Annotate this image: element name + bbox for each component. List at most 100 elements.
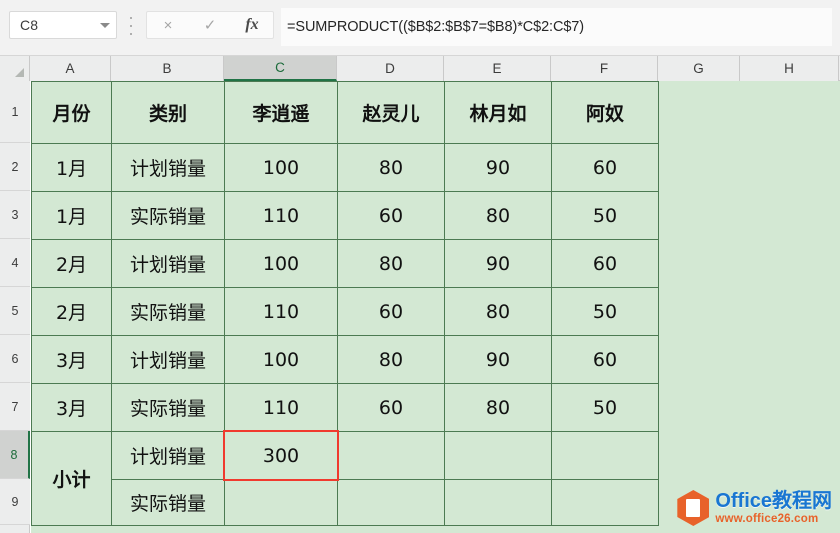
cell-d7[interactable]: 60 (337, 383, 445, 432)
cell-f2[interactable]: 60 (551, 143, 659, 192)
drag-handle-dots (127, 17, 135, 35)
cell-e9[interactable] (444, 479, 552, 526)
column-header-h[interactable]: H (740, 56, 839, 81)
cell-b5[interactable]: 实际销量 (111, 287, 225, 336)
row-header-6[interactable]: 6 (0, 335, 30, 383)
cell-a8-subtotal-label[interactable]: 小计 (31, 431, 112, 526)
column-header-g[interactable]: G (658, 56, 740, 81)
cell-b8[interactable]: 计划销量 (111, 431, 225, 480)
cell-a6[interactable]: 3月 (31, 335, 112, 384)
row-header-3[interactable]: 3 (0, 191, 30, 239)
excel-window: C8 × ✓ fx =SUMPRODUCT(($B$2:$B$7=$B8)*C$… (0, 0, 840, 533)
table-header-row: 月份 类别 李逍遥 赵灵儿 林月如 阿奴 (31, 81, 659, 144)
name-box-value: C8 (20, 17, 39, 33)
table-row: 2月 计划销量 100 80 90 60 (31, 239, 659, 288)
cell-a4[interactable]: 2月 (31, 239, 112, 288)
row-header-5[interactable]: 5 (0, 287, 30, 335)
select-all-corner[interactable] (0, 56, 30, 81)
cell-b9[interactable]: 实际销量 (111, 479, 225, 526)
cell-a5[interactable]: 2月 (31, 287, 112, 336)
cell-c8-selected[interactable]: 300 (223, 430, 339, 481)
cell-e2[interactable]: 90 (444, 143, 552, 192)
insert-function-button[interactable]: fx (231, 12, 273, 38)
office-hexagon-logo-icon (677, 490, 710, 526)
table-row: 2月 实际销量 110 60 80 50 (31, 287, 659, 336)
table-row: 小计 计划销量 300 (31, 430, 659, 526)
column-header-c[interactable]: C (224, 56, 337, 81)
cell-f5[interactable]: 50 (551, 287, 659, 336)
column-header-e[interactable]: E (444, 56, 551, 81)
cell-d3[interactable]: 60 (337, 191, 445, 240)
watermark-text: Office教程网 www.office26.com (715, 491, 832, 526)
row-header-bar: 1 2 3 4 5 6 7 8 9 (0, 81, 30, 533)
cell-d4[interactable]: 80 (337, 239, 445, 288)
cell-c9[interactable] (224, 479, 338, 526)
header-cell-linyueru[interactable]: 林月如 (444, 81, 552, 144)
cancel-formula-button[interactable]: × (147, 12, 189, 38)
worksheet-grid[interactable]: 月份 类别 李逍遥 赵灵儿 林月如 阿奴 1月 计划销量 100 80 90 6… (31, 81, 840, 533)
table-row: 3月 实际销量 110 60 80 50 (31, 383, 659, 432)
cell-b6[interactable]: 计划销量 (111, 335, 225, 384)
confirm-formula-button[interactable]: ✓ (189, 12, 231, 38)
row-header-4[interactable]: 4 (0, 239, 30, 287)
cell-c2[interactable]: 100 (224, 143, 338, 192)
sales-table: 月份 类别 李逍遥 赵灵儿 林月如 阿奴 1月 计划销量 100 80 90 6… (31, 81, 659, 526)
header-cell-category[interactable]: 类别 (111, 81, 225, 144)
cell-a2[interactable]: 1月 (31, 143, 112, 192)
cell-f7[interactable]: 50 (551, 383, 659, 432)
watermark-title: Office教程网 (715, 489, 832, 512)
row-header-2[interactable]: 2 (0, 143, 30, 191)
cell-e6[interactable]: 90 (444, 335, 552, 384)
cell-a3[interactable]: 1月 (31, 191, 112, 240)
header-cell-month[interactable]: 月份 (31, 81, 112, 144)
column-header-d[interactable]: D (337, 56, 444, 81)
cell-e8[interactable] (444, 431, 552, 480)
column-header-b[interactable]: B (111, 56, 224, 81)
cell-d8[interactable] (337, 431, 445, 480)
chevron-down-icon[interactable] (100, 22, 110, 28)
header-cell-anu[interactable]: 阿奴 (551, 81, 659, 144)
cell-c5[interactable]: 110 (224, 287, 338, 336)
cell-f6[interactable]: 60 (551, 335, 659, 384)
cell-d6[interactable]: 80 (337, 335, 445, 384)
header-cell-lixiaoyao[interactable]: 李逍遥 (224, 81, 338, 144)
cell-b7[interactable]: 实际销量 (111, 383, 225, 432)
table-row: 3月 计划销量 100 80 90 60 (31, 335, 659, 384)
cell-c3[interactable]: 110 (224, 191, 338, 240)
table-row: 1月 计划销量 100 80 90 60 (31, 143, 659, 192)
cell-e5[interactable]: 80 (444, 287, 552, 336)
cell-b4[interactable]: 计划销量 (111, 239, 225, 288)
column-header-bar: A B C D E F G H (0, 56, 840, 81)
cell-a7[interactable]: 3月 (31, 383, 112, 432)
cell-e7[interactable]: 80 (444, 383, 552, 432)
row-header-9[interactable]: 9 (0, 479, 30, 525)
watermark-url: www.office26.com (715, 512, 819, 525)
cell-c7[interactable]: 110 (224, 383, 338, 432)
row-header-1[interactable]: 1 (0, 81, 30, 143)
cell-e4[interactable]: 90 (444, 239, 552, 288)
cell-f8[interactable] (551, 431, 659, 480)
row-header-7[interactable]: 7 (0, 383, 30, 431)
cell-d5[interactable]: 60 (337, 287, 445, 336)
table-row: 1月 实际销量 110 60 80 50 (31, 191, 659, 240)
table-row: 实际销量 (32, 479, 659, 526)
row-header-8[interactable]: 8 (0, 431, 30, 479)
cell-f9[interactable] (551, 479, 659, 526)
watermark: Office教程网 www.office26.com (677, 489, 832, 527)
column-header-a[interactable]: A (30, 56, 111, 81)
header-cell-zhaolinger[interactable]: 赵灵儿 (337, 81, 445, 144)
formula-action-buttons: × ✓ fx (146, 11, 274, 39)
cell-b3[interactable]: 实际销量 (111, 191, 225, 240)
formula-bar-area: C8 × ✓ fx =SUMPRODUCT(($B$2:$B$7=$B8)*C$… (0, 0, 840, 56)
formula-input[interactable]: =SUMPRODUCT(($B$2:$B$7=$B8)*C$2:C$7) (281, 8, 832, 46)
cell-d9[interactable] (337, 479, 445, 526)
cell-f4[interactable]: 60 (551, 239, 659, 288)
cell-b2[interactable]: 计划销量 (111, 143, 225, 192)
cell-e3[interactable]: 80 (444, 191, 552, 240)
cell-f3[interactable]: 50 (551, 191, 659, 240)
column-header-f[interactable]: F (551, 56, 658, 81)
cell-c6[interactable]: 100 (224, 335, 338, 384)
cell-c4[interactable]: 100 (224, 239, 338, 288)
name-box[interactable]: C8 (9, 11, 117, 39)
cell-d2[interactable]: 80 (337, 143, 445, 192)
